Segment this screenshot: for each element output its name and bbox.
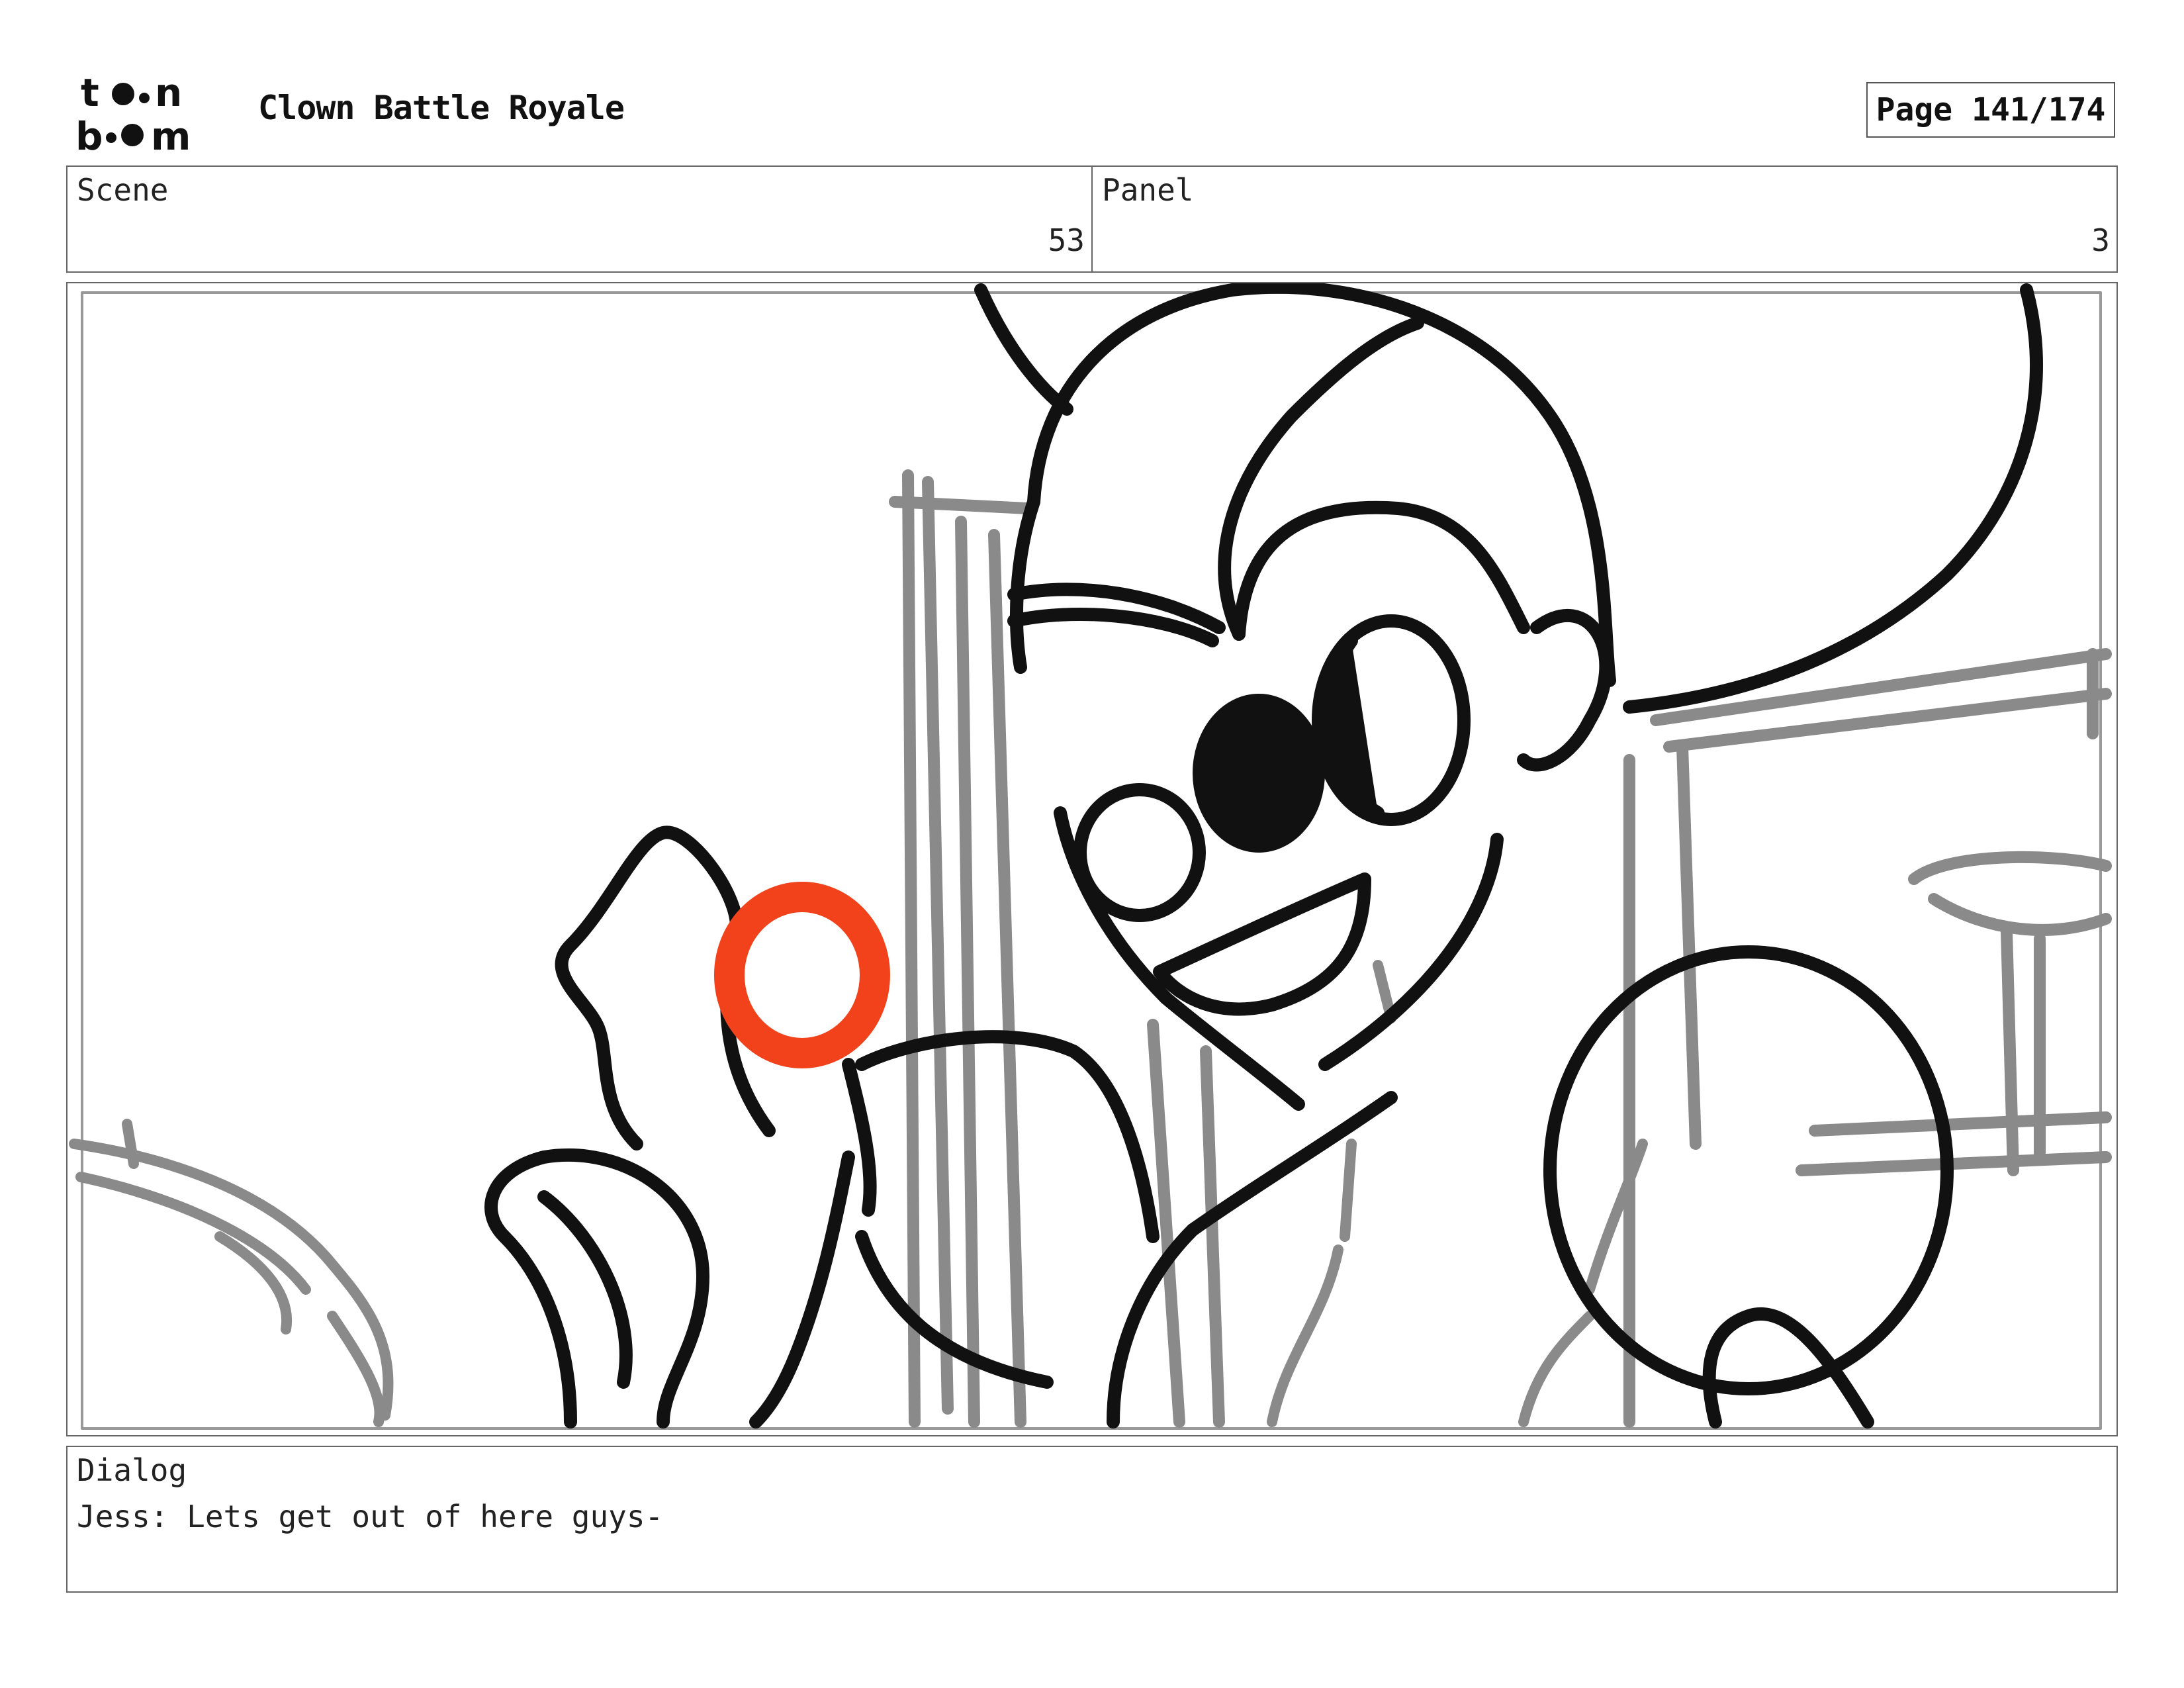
svg-text:m: m bbox=[151, 114, 191, 155]
dialog-box: Dialog Jess: Lets get out of here guys- bbox=[66, 1446, 2118, 1593]
panel-sketch-drawing bbox=[69, 283, 2112, 1430]
svg-text:b: b bbox=[75, 114, 103, 155]
scene-panel-row: Scene 53 Panel 3 bbox=[66, 165, 2118, 273]
panel-cell: Panel 3 bbox=[1091, 167, 2116, 271]
background-window-sketch bbox=[1623, 648, 2112, 1428]
storyboard-panel bbox=[66, 282, 2118, 1436]
logo-text: toon boom bbox=[0, 0, 1, 1]
toon-boom-logo: t n b m bbox=[75, 70, 191, 155]
red-clown-nose bbox=[714, 882, 890, 1068]
scene-label: Scene bbox=[77, 172, 169, 208]
panel-label: Panel bbox=[1102, 172, 1194, 208]
project-title: Clown Battle Royale bbox=[258, 89, 625, 127]
svg-text:t: t bbox=[81, 70, 99, 115]
page-indicator: Page 141/174 bbox=[1866, 82, 2115, 138]
scene-number: 53 bbox=[1048, 222, 1085, 258]
dialog-label: Dialog bbox=[77, 1452, 187, 1488]
scene-cell: Scene 53 bbox=[68, 167, 1091, 271]
dialog-text: Jess: Lets get out of here guys- bbox=[77, 1499, 664, 1534]
clown-character-sketch bbox=[484, 283, 2043, 1429]
panel-number: 3 bbox=[2091, 222, 2110, 258]
svg-text:n: n bbox=[155, 70, 182, 115]
background-rock-sketch bbox=[69, 1119, 394, 1427]
safe-frame bbox=[81, 291, 2102, 1430]
